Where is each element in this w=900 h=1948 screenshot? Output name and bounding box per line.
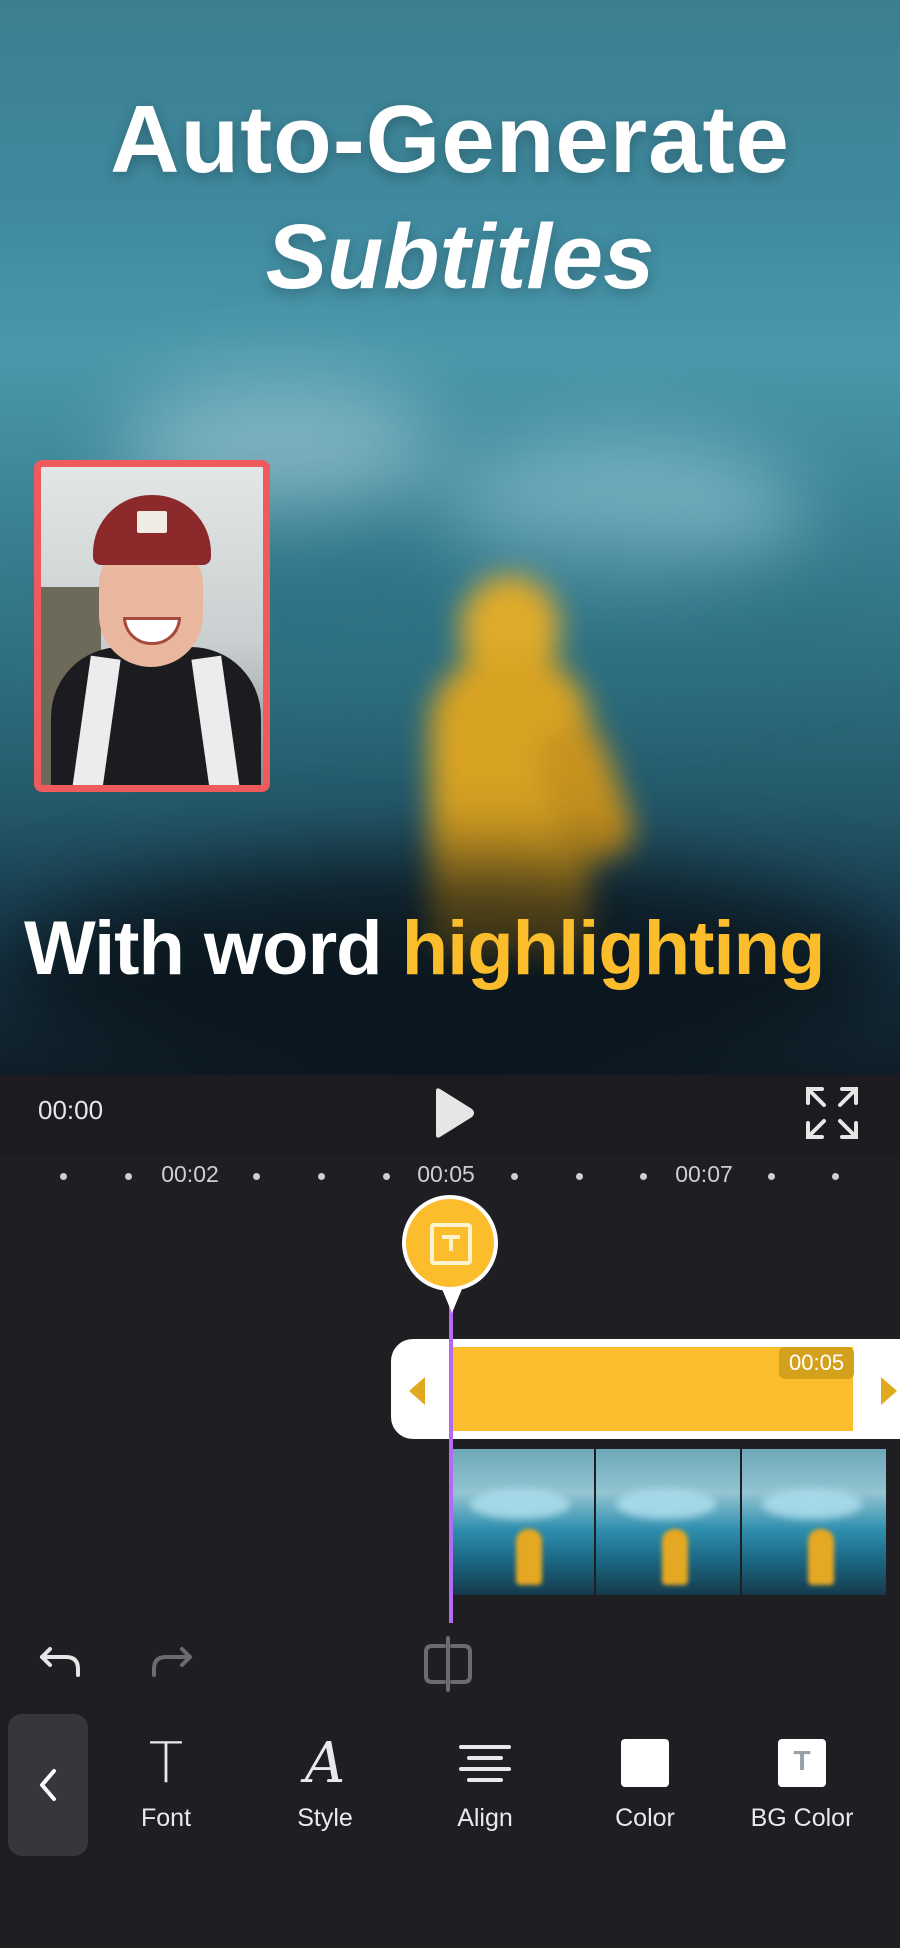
chevron-left-icon <box>40 1769 56 1801</box>
tool-label: Style <box>297 1804 353 1832</box>
ruler-tick <box>640 1173 647 1180</box>
text-box-icon <box>430 1223 472 1265</box>
back-button[interactable] <box>8 1714 88 1856</box>
text-edit-toolbar: T Font A Style Align Color T BG Color <box>0 1712 900 1948</box>
tool-label: Align <box>457 1804 513 1832</box>
playback-bar: 00:00 <box>0 1075 900 1155</box>
ruler-tick <box>576 1173 583 1180</box>
clip-trim-handle-left[interactable] <box>409 1377 425 1405</box>
fullscreen-button[interactable] <box>804 1085 860 1141</box>
redo-button[interactable] <box>146 1643 196 1683</box>
headline-line-1: Auto-Generate <box>110 86 790 193</box>
playhead-handle[interactable] <box>402 1195 498 1313</box>
subtitle-caption[interactable]: With word highlighting <box>24 905 826 992</box>
text-t-icon: T <box>148 1730 184 1796</box>
current-time: 00:00 <box>38 1095 104 1125</box>
split-icon <box>424 1636 472 1692</box>
color-swatch-icon <box>621 1739 669 1787</box>
play-icon <box>436 1088 474 1138</box>
video-preview[interactable]: Auto-Generate Subtitles With word highli… <box>0 0 900 1075</box>
picture-in-picture-overlay[interactable] <box>34 460 270 792</box>
time-ruler: 00:02 00:05 00:07 <box>0 1155 900 1199</box>
redo-icon <box>152 1647 192 1677</box>
tool-label: Font <box>140 1804 192 1832</box>
video-thumbnail <box>596 1449 740 1595</box>
bg-color-icon: T <box>778 1739 826 1787</box>
subtitle-track-clip[interactable]: 00:05 <box>391 1339 900 1439</box>
ruler-tick <box>383 1173 390 1180</box>
style-tool-button[interactable]: A Style <box>255 1730 395 1842</box>
align-center-icon <box>459 1745 511 1782</box>
headline-line-2: Subtitles <box>265 206 655 308</box>
fullscreen-expand-icon <box>806 1087 858 1139</box>
timeline[interactable]: 00:02 00:05 00:07 00:05 <box>0 1155 900 1640</box>
undo-icon <box>40 1647 80 1677</box>
ruler-label: 00:07 <box>675 1161 733 1187</box>
bg-color-tool-button[interactable]: T BG Color <box>732 1732 872 1842</box>
undo-button[interactable] <box>36 1643 86 1683</box>
font-tool-button[interactable]: T Font <box>96 1730 236 1842</box>
caption-text: With word <box>24 906 402 991</box>
color-tool-button[interactable]: Color <box>575 1732 715 1842</box>
ruler-label: 00:05 <box>417 1161 475 1187</box>
tool-label: Color <box>615 1804 675 1832</box>
clip-trim-handle-right[interactable] <box>881 1377 897 1405</box>
video-track-strip[interactable] <box>450 1449 900 1595</box>
italic-a-icon: A <box>304 1730 346 1796</box>
caption-highlighted-word: highlighting <box>401 906 826 991</box>
ruler-tick <box>253 1173 260 1180</box>
ruler-tick <box>318 1173 325 1180</box>
video-thumbnail <box>742 1449 886 1595</box>
ruler-label: 00:02 <box>161 1161 219 1187</box>
ruler-tick <box>125 1173 132 1180</box>
ruler-tick <box>511 1173 518 1180</box>
tool-label: BG Color <box>750 1804 854 1832</box>
split-button[interactable] <box>420 1636 476 1692</box>
ruler-tick <box>60 1173 67 1180</box>
ruler-tick <box>832 1173 839 1180</box>
play-button[interactable] <box>428 1085 478 1141</box>
align-tool-button[interactable]: Align <box>415 1732 555 1842</box>
clip-duration-badge: 00:05 <box>779 1347 855 1379</box>
ruler-tick <box>768 1173 775 1180</box>
video-thumbnail <box>450 1449 594 1595</box>
